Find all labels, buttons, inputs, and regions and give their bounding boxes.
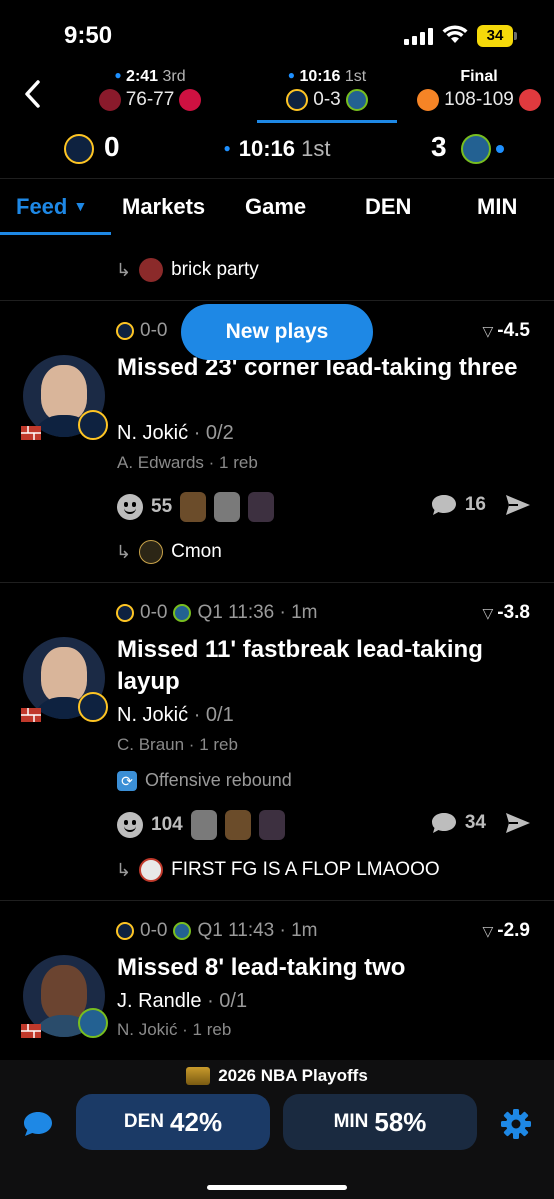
secondary-stat: A. Edwards · 1 reb bbox=[117, 453, 258, 472]
play-info: ⟳ Offensive rebound bbox=[117, 770, 292, 791]
nuggets-logo-icon bbox=[286, 89, 309, 111]
odds-change: ▽ -4.5 bbox=[482, 320, 530, 341]
timberwolves-logo-icon bbox=[173, 922, 192, 940]
reaction-sticker-icon bbox=[180, 492, 207, 522]
chat-bubble-icon[interactable] bbox=[22, 1110, 54, 1138]
secondary-stat: C. Braun · 1 reb bbox=[117, 735, 238, 754]
status-time: 9:50 bbox=[64, 22, 113, 49]
tab-bar: Feed ▼ Markets Game DEN MIN bbox=[0, 180, 554, 236]
player-stat[interactable]: N. Jokić · 0/2 bbox=[117, 422, 234, 445]
comment-bubble-icon bbox=[431, 813, 456, 833]
brick-icon bbox=[21, 1024, 41, 1038]
tab-feed[interactable]: Feed ▼ bbox=[16, 194, 87, 220]
reply-preview[interactable]: ↳ FIRST FG IS A FLOP LMAOOO bbox=[116, 858, 440, 882]
cellular-signal-icon bbox=[404, 28, 433, 45]
reply-arrow-icon: ↳ bbox=[116, 259, 132, 280]
chevron-down-icon: ▼ bbox=[73, 198, 88, 214]
home-score: 3 bbox=[431, 131, 447, 162]
game-score: 76-77 bbox=[125, 89, 175, 110]
active-tab-indicator bbox=[0, 232, 111, 235]
reactions[interactable]: 55 bbox=[117, 492, 275, 522]
avatar bbox=[139, 540, 164, 564]
smiley-icon bbox=[117, 494, 143, 520]
tab-den[interactable]: DEN bbox=[365, 194, 411, 220]
avatar bbox=[139, 858, 164, 882]
cavaliers-logo-icon bbox=[98, 89, 121, 111]
games-bar: ● 2:41 3rd 76-77 ● 10:16 1st 0-3 Final 1… bbox=[0, 66, 554, 123]
back-chevron-icon[interactable] bbox=[18, 76, 48, 112]
reaction-sticker-icon bbox=[258, 810, 285, 840]
nuggets-logo-icon bbox=[116, 922, 134, 940]
smiley-icon bbox=[117, 812, 143, 838]
nuggets-logo-icon bbox=[78, 692, 108, 722]
hawks-logo-icon bbox=[518, 89, 541, 111]
timberwolves-logo-icon bbox=[461, 134, 491, 164]
share-send-icon[interactable] bbox=[504, 493, 532, 517]
odds-change: ▽ -2.9 bbox=[482, 920, 530, 941]
secondary-stat: N. Jokić · 1 reb bbox=[117, 1020, 232, 1039]
game-chip-cle-tor[interactable]: ● 2:41 3rd 76-77 bbox=[75, 66, 225, 122]
home-indicator bbox=[207, 1185, 347, 1190]
share-send-icon[interactable] bbox=[504, 811, 532, 835]
brick-icon bbox=[21, 708, 41, 722]
game-chip-nyk-atl[interactable]: Final 108-109 bbox=[404, 66, 554, 122]
rebound-icon: ⟳ bbox=[117, 770, 137, 791]
bottom-bar: 2026 NBA Playoffs DEN 42% MIN 58% bbox=[0, 1060, 554, 1199]
raptors-logo-icon bbox=[179, 89, 202, 111]
vote-den-button[interactable]: DEN 42% bbox=[76, 1094, 270, 1150]
comments[interactable]: 16 bbox=[431, 493, 532, 517]
event-label: 2026 NBA Playoffs bbox=[0, 1066, 554, 1086]
reaction-sticker-icon bbox=[248, 492, 275, 522]
avatar bbox=[139, 258, 164, 282]
comments[interactable]: 34 bbox=[431, 811, 532, 835]
play-title: Missed 11' fastbreak lead-taking layup bbox=[117, 636, 483, 695]
odds-change: ▽ -3.8 bbox=[482, 602, 530, 623]
scoreboard: 0 ● 10:16 1st 3 bbox=[0, 122, 554, 178]
reaction-sticker-icon bbox=[214, 492, 241, 522]
vote-min-button[interactable]: MIN 58% bbox=[283, 1094, 477, 1150]
comment-bubble-icon bbox=[431, 495, 456, 515]
knicks-logo-icon bbox=[417, 89, 440, 111]
play-card[interactable]: 0-0 Q1 11:43 · 1m ▽ -2.9 Missed 8' lead-t… bbox=[0, 900, 554, 1060]
game-score: 0-3 bbox=[313, 89, 341, 110]
nuggets-logo-icon bbox=[78, 410, 108, 440]
play-title: Missed 8' lead-taking two bbox=[117, 954, 406, 981]
brick-icon bbox=[21, 426, 41, 440]
wifi-icon bbox=[442, 25, 468, 43]
battery-level: 34 bbox=[477, 25, 513, 47]
tab-markets[interactable]: Markets bbox=[122, 194, 205, 220]
status-bar: 9:50 34 bbox=[0, 0, 554, 66]
timberwolves-logo-icon bbox=[173, 604, 192, 622]
game-chip-den-min[interactable]: ● 10:16 1st 0-3 bbox=[252, 66, 402, 123]
reactions[interactable]: 104 bbox=[117, 810, 285, 840]
reply-preview[interactable]: ↳ brick party bbox=[116, 258, 259, 282]
player-stat[interactable]: N. Jokić · 0/1 bbox=[117, 704, 234, 727]
play-card[interactable]: 0-0 Q1 11:36 · 1m ▽ -3.8 Missed 11' fastb… bbox=[0, 582, 554, 900]
reaction-sticker-icon bbox=[224, 810, 251, 840]
tab-game[interactable]: Game bbox=[245, 194, 306, 220]
timberwolves-logo-icon bbox=[78, 1008, 108, 1038]
reply-preview[interactable]: ↳ Cmon bbox=[116, 540, 222, 564]
battery-icon: 34 bbox=[477, 25, 517, 47]
player-stat[interactable]: J. Randle · 0/1 bbox=[117, 990, 247, 1013]
gear-icon[interactable] bbox=[500, 1108, 532, 1140]
tab-min[interactable]: MIN bbox=[477, 194, 517, 220]
reply-arrow-icon: ↳ bbox=[116, 541, 132, 562]
reply-arrow-icon: ↳ bbox=[116, 859, 132, 880]
game-score: 108-109 bbox=[444, 89, 514, 110]
new-plays-button[interactable]: New plays bbox=[181, 304, 373, 360]
playoffs-logo-icon bbox=[186, 1067, 211, 1085]
nuggets-logo-icon bbox=[116, 604, 134, 622]
reaction-sticker-icon bbox=[190, 810, 217, 840]
live-indicator bbox=[496, 145, 504, 153]
timberwolves-logo-icon bbox=[345, 89, 368, 111]
nuggets-logo-icon bbox=[116, 322, 134, 340]
